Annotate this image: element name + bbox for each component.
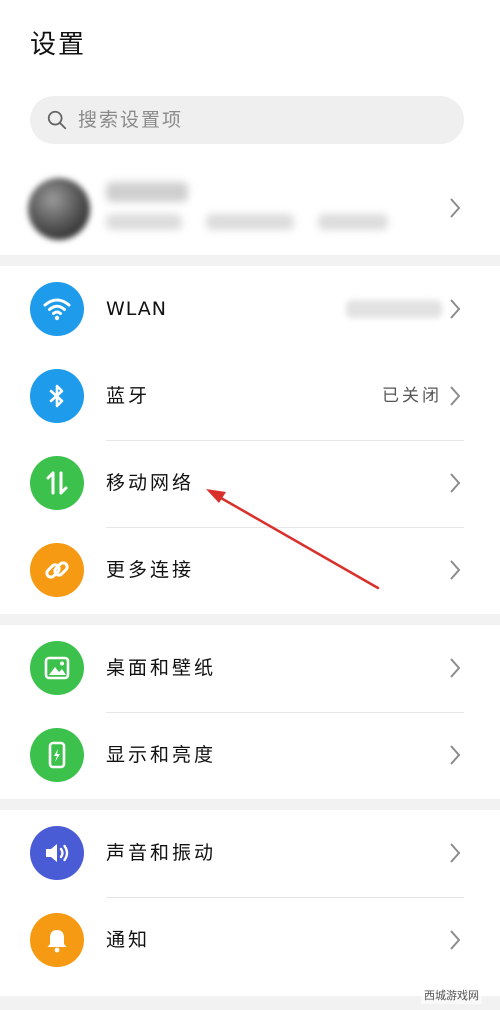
search-bar[interactable] <box>30 96 464 144</box>
display-card: 桌面和壁纸 显示和亮度 <box>0 625 500 799</box>
settings-row-label: 移动网络 <box>106 472 195 494</box>
settings-header: 设置 <box>0 0 500 255</box>
bluetooth-icon <box>30 369 84 423</box>
settings-row-display-brightness[interactable]: 显示和亮度 <box>0 712 500 798</box>
settings-row-label: 蓝牙 <box>106 385 151 407</box>
account-info-blurred <box>106 214 182 230</box>
page-title: 设置 <box>30 30 87 60</box>
image-icon <box>30 641 84 695</box>
chevron-right-icon <box>450 930 461 950</box>
account-row[interactable] <box>0 170 500 246</box>
account-name-blurred <box>106 182 188 202</box>
mobile-data-icon <box>30 456 84 510</box>
speaker-icon <box>30 826 84 880</box>
search-icon <box>47 110 67 130</box>
chevron-right-icon <box>450 386 461 406</box>
chevron-right-icon <box>450 299 461 319</box>
wifi-icon <box>30 282 84 336</box>
settings-row-label: 通知 <box>106 929 151 951</box>
settings-row-label: 显示和亮度 <box>106 744 217 766</box>
chevron-right-icon <box>450 560 461 580</box>
chevron-right-icon <box>450 198 461 218</box>
settings-row-bluetooth[interactable]: 蓝牙 已关闭 <box>0 353 500 439</box>
chevron-right-icon <box>450 843 461 863</box>
connectivity-card: WLAN 蓝牙 已关闭 移动网络 更多连接 <box>0 266 500 614</box>
settings-row-more-connections[interactable]: 更多连接 <box>0 527 500 613</box>
settings-row-label: 声音和振动 <box>106 842 217 864</box>
settings-row-sound-vibration[interactable]: 声音和振动 <box>0 810 500 896</box>
settings-row-wlan[interactable]: WLAN <box>0 266 500 352</box>
wlan-status-blurred <box>346 300 442 318</box>
phone-brightness-icon <box>30 728 84 782</box>
settings-row-mobile-network[interactable]: 移动网络 <box>0 440 500 526</box>
chevron-right-icon <box>450 473 461 493</box>
search-input[interactable] <box>76 108 440 132</box>
chevron-right-icon <box>450 658 461 678</box>
bell-icon <box>30 913 84 967</box>
watermark: 西城游戏网 <box>372 964 482 1004</box>
settings-row-label: 桌面和壁纸 <box>106 657 217 679</box>
watermark-text: 西城游戏网 <box>421 986 482 1004</box>
settings-row-home-wallpaper[interactable]: 桌面和壁纸 <box>0 625 500 711</box>
settings-row-label: WLAN <box>106 298 168 320</box>
avatar <box>28 178 90 240</box>
settings-row-label: 更多连接 <box>106 559 195 581</box>
account-info-blurred <box>206 214 294 230</box>
bluetooth-status: 已关闭 <box>382 386 442 406</box>
link-icon <box>30 543 84 597</box>
account-info-blurred <box>318 214 388 230</box>
chevron-right-icon <box>450 745 461 765</box>
